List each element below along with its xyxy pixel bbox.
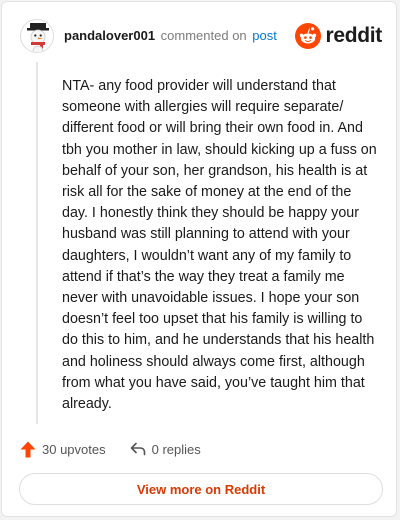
upvote-button[interactable]: 30 upvotes — [20, 441, 106, 458]
commented-on-text: commented on — [160, 28, 247, 43]
reply-arrow-icon — [130, 442, 145, 456]
replies-count: 0 replies — [151, 441, 201, 457]
reddit-brand[interactable]: reddit — [295, 23, 382, 49]
thread-line — [36, 62, 38, 424]
username-link[interactable]: pandalover001 — [64, 28, 155, 43]
comment-body: NTA- any food provider will understand t… — [62, 78, 377, 413]
snowman-avatar-icon — [22, 21, 53, 52]
user-avatar[interactable] — [20, 19, 54, 53]
post-link[interactable]: post — [252, 28, 277, 43]
reddit-snoo-icon — [295, 23, 322, 49]
reddit-wordmark: reddit — [325, 24, 382, 47]
upvote-arrow-icon — [20, 441, 36, 457]
replies-button[interactable]: 0 replies — [130, 442, 201, 457]
comment-header: pandalover001 commented on post reddit — [20, 16, 382, 56]
comment-actions: 30 upvotes 0 replies — [20, 438, 201, 460]
embedded-comment-card: pandalover001 commented on post reddit N… — [1, 1, 397, 517]
comment-meta: pandalover001 commented on post — [64, 28, 277, 44]
view-more-on-reddit-button[interactable]: View more on Reddit — [19, 473, 383, 505]
upvotes-count: 30 upvotes — [42, 441, 106, 457]
